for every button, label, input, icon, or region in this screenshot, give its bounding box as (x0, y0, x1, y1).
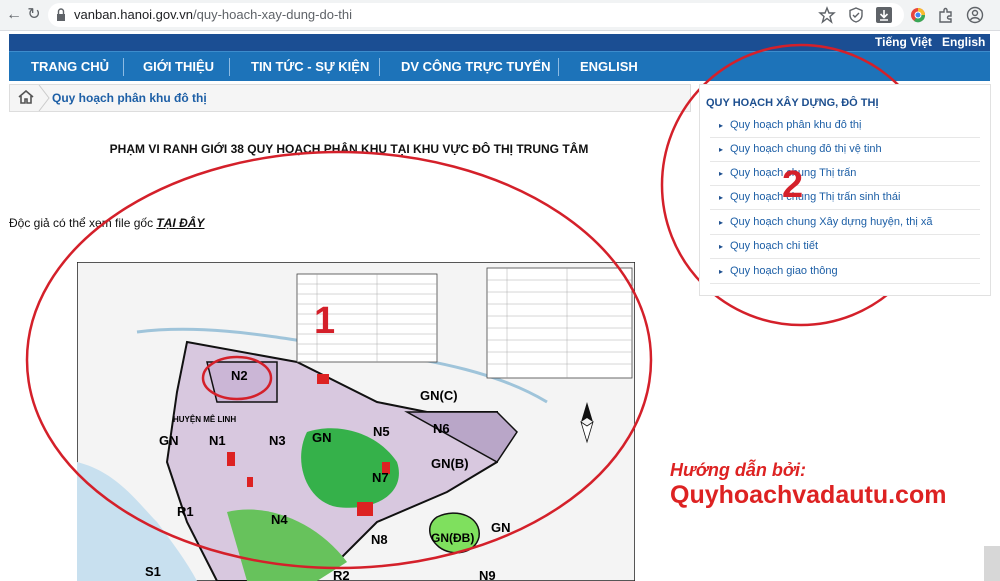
address-bar[interactable]: vanban.hanoi.gov.vn/quy-hoach-xay-dung-d… (48, 3, 904, 27)
page-title: PHẠM VI RANH GIỚI 38 QUY HOẠCH PHÂN KHU … (109, 142, 589, 156)
sidebar-item-detailed[interactable]: ▸ Quy hoạch chi tiết (710, 236, 980, 259)
watermark-guide: Hướng dẫn bởi: (670, 460, 807, 480)
sidebar-item-label: Quy hoạch giao thông (730, 265, 838, 277)
planning-map: N2 GN N1 N3 GN N5 N6 GN(C) GN(B) N7 R1 N… (77, 262, 635, 581)
nav-about[interactable]: GIỚI THIỆU (143, 52, 214, 81)
zone-label: R1 (177, 504, 194, 519)
back-icon[interactable]: ← (4, 5, 24, 25)
district-label: HUYỆN MÊ LINH (173, 415, 236, 424)
breadcrumb: Quy hoạch phân khu đô thị (9, 84, 691, 112)
zone-label: N7 (372, 470, 389, 485)
bullet-icon: ▸ (719, 242, 724, 251)
lang-vietnamese-link[interactable]: Tiếng Việt (875, 35, 932, 49)
sidebar-item-traffic[interactable]: ▸ Quy hoạch giao thông (710, 261, 980, 284)
zone-label: GN (491, 520, 511, 535)
original-file-link[interactable]: TẠI ĐÂY (156, 216, 204, 230)
zone-label: N5 (373, 424, 390, 439)
main-nav: TRANG CHỦ GIỚI THIỆU TIN TỨC - SỰ KIỆN D… (9, 51, 990, 81)
main-content: Quy hoạch phân khu đô thị PHẠM VI RANH G… (9, 84, 691, 581)
sidebar: QUY HOẠCH XÂY DỰNG, ĐÔ THỊ ▸ Quy hoạch ph… (699, 84, 991, 296)
bookmark-star-icon[interactable] (818, 6, 836, 24)
nav-divider (379, 58, 380, 76)
chevron-right-icon (38, 85, 50, 111)
zone-label: N9 (479, 568, 496, 581)
sidebar-item-eco-town[interactable]: ▸ Quy hoạch chung Thị trấn sinh thái (710, 187, 980, 210)
zone-label: N3 (269, 433, 286, 448)
nav-online-services[interactable]: DV CÔNG TRỰC TUYẾN (401, 52, 550, 81)
scroll-to-top-button[interactable] (984, 546, 1000, 581)
download-icon[interactable] (875, 6, 893, 24)
home-icon[interactable] (18, 90, 34, 104)
zone-label: N4 (271, 512, 288, 527)
lock-icon (57, 8, 65, 21)
sidebar-item-label: Quy hoạch chung Thị trấn sinh thái (730, 191, 901, 203)
nav-news[interactable]: TIN TỨC - SỰ KIỆN (251, 52, 369, 81)
nav-divider (123, 58, 124, 76)
zone-label: N6 (433, 421, 450, 436)
bullet-icon: ▸ (719, 218, 724, 227)
zone-label: N2 (231, 368, 248, 383)
sidebar-item-satellite[interactable]: ▸ Quy hoạch chung đô thị vệ tinh (710, 139, 980, 162)
bullet-icon: ▸ (719, 169, 724, 178)
reload-icon[interactable]: ↻ (24, 5, 44, 25)
language-bar: Tiếng Việt English (9, 34, 990, 51)
sidebar-item-zoning[interactable]: ▸ Quy hoạch phân khu đô thị (710, 115, 980, 138)
browser-toolbar: ← ↻ vanban.hanoi.gov.vn/quy-hoach-xay-du… (0, 0, 1000, 31)
profile-icon[interactable] (966, 6, 984, 24)
sidebar-item-label: Quy hoạch chi tiết (730, 240, 819, 252)
zone-label: R2 (333, 568, 350, 581)
sidebar-item-district[interactable]: ▸ Quy hoạch chung Xây dựng huyện, thị xã (710, 212, 980, 235)
zone-label: GN (312, 430, 332, 445)
zone-label: N1 (209, 433, 226, 448)
bullet-icon: ▸ (719, 121, 724, 130)
sidebar-title: QUY HOẠCH XÂY DỰNG, ĐÔ THỊ (706, 97, 879, 109)
bullet-icon: ▸ (719, 145, 724, 154)
breadcrumb-current[interactable]: Quy hoạch phân khu đô thị (52, 91, 207, 105)
zone-label: GN(B) (431, 456, 469, 471)
bullet-icon: ▸ (719, 267, 724, 276)
zone-label: S1 (145, 564, 161, 579)
zone-label: GN (159, 433, 179, 448)
annotation-marker-2: 2 (782, 164, 804, 206)
nav-divider (558, 58, 559, 76)
sidebar-item-label: Quy hoạch chung đô thị vệ tinh (730, 143, 882, 155)
zone-label: GN(ĐB) (431, 531, 474, 545)
puzzle-icon[interactable] (937, 6, 955, 24)
sidebar-item-label: Quy hoạch chung Xây dựng huyện, thị xã (730, 216, 933, 228)
intro-label: Độc giả có thể xem file gốc (9, 216, 154, 230)
shield-icon[interactable] (847, 6, 865, 24)
zone-label: N8 (371, 532, 388, 547)
zone-label: GN(C) (420, 388, 458, 403)
watermark-site: Quyhoachvadautu.com (670, 481, 947, 509)
annotation-marker-1: 1 (314, 300, 336, 342)
url-path: /quy-hoach-xay-dung-do-thi (193, 7, 353, 22)
nav-english[interactable]: ENGLISH (580, 52, 638, 81)
lang-english-link[interactable]: English (942, 35, 985, 49)
sidebar-item-town[interactable]: ▸ Quy hoạch chung Thị trấn (710, 163, 980, 186)
nav-divider (229, 58, 230, 76)
nav-home[interactable]: TRANG CHỦ (31, 52, 109, 81)
sidebar-item-label: Quy hoạch phân khu đô thị (730, 119, 862, 131)
color-extension-icon[interactable] (909, 6, 927, 24)
url-host: vanban.hanoi.gov.vn (74, 7, 194, 22)
url-text: vanban.hanoi.gov.vn/quy-hoach-xay-dung-d… (74, 7, 352, 23)
bullet-icon: ▸ (719, 193, 724, 202)
intro-text: Độc giả có thể xem file gốc TẠI ĐÂY (9, 216, 204, 230)
